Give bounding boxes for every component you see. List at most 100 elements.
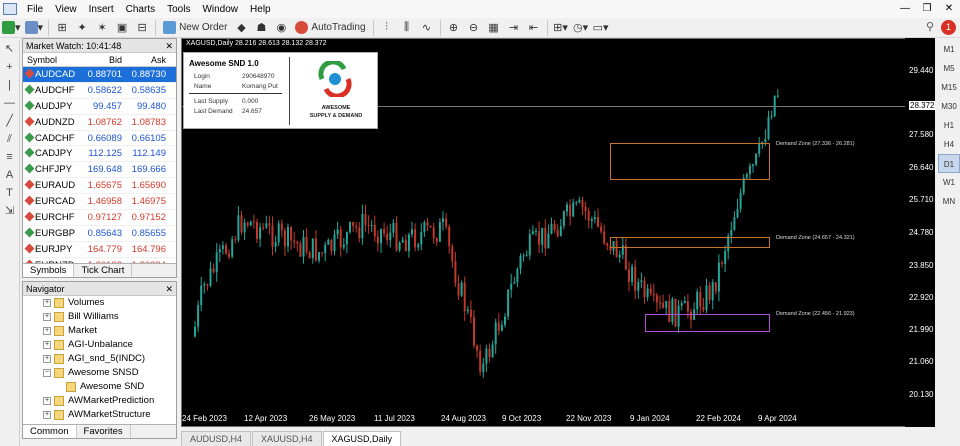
chart-tab-xagusd-daily[interactable]: XAGUSD,Daily xyxy=(322,431,402,446)
profiles-icon[interactable]: ▾ xyxy=(24,20,43,36)
supply-value: 0.000 xyxy=(242,98,259,105)
cursor-icon[interactable]: ↖ xyxy=(0,40,19,58)
signals-icon[interactable]: ☗ xyxy=(253,20,269,36)
chart-tab-audusd-h4[interactable]: AUDUSD,H4 xyxy=(181,431,252,446)
arrows-icon[interactable]: ⇲ xyxy=(0,202,19,220)
auto-scroll-icon[interactable]: ⇥ xyxy=(506,20,522,36)
expand-icon[interactable] xyxy=(55,383,63,391)
new-order-button[interactable]: New Order xyxy=(161,20,229,36)
timeframe-h1[interactable]: H1 xyxy=(938,116,960,135)
expand-icon[interactable]: + xyxy=(43,299,51,307)
restore-icon[interactable]: ❐ xyxy=(916,0,938,18)
navigator-item[interactable]: + Volumes xyxy=(43,296,176,310)
timeframe-m30[interactable]: M30 xyxy=(938,97,960,116)
candle-body xyxy=(764,138,767,143)
fibonacci-icon[interactable]: ≡ xyxy=(0,148,19,166)
zoom-in-icon[interactable]: ⊕ xyxy=(446,20,462,36)
candle-body xyxy=(386,233,389,241)
timeframe-m5[interactable]: M5 xyxy=(938,59,960,78)
tile-windows-icon[interactable]: ▦ xyxy=(486,20,502,36)
col-symbol[interactable]: Symbol xyxy=(23,53,81,66)
menu-help[interactable]: Help xyxy=(244,4,277,15)
navigator-item[interactable]: Awesome SND xyxy=(43,380,176,394)
table-row[interactable]: AUDNZD 1.08762 1.08783 xyxy=(23,115,176,131)
text-tool-icon[interactable]: A xyxy=(0,166,19,184)
close-icon[interactable]: ✕ xyxy=(938,0,960,18)
expand-icon[interactable]: + xyxy=(43,327,51,335)
table-row[interactable]: CADCHF 0.66089 0.66105 xyxy=(23,131,176,147)
minimize-icon[interactable]: — xyxy=(894,0,916,18)
expand-icon[interactable]: + xyxy=(43,313,51,321)
timeframe-w1[interactable]: W1 xyxy=(938,173,960,192)
navigator-item[interactable]: − Awesome SNSD xyxy=(43,366,176,380)
menu-insert[interactable]: Insert xyxy=(83,4,120,15)
line-chart-icon[interactable]: ∿ xyxy=(419,20,435,36)
globe-icon[interactable]: ◉ xyxy=(273,20,289,36)
new-chart-icon[interactable]: ▾ xyxy=(2,20,21,36)
notification-badge[interactable]: 1 xyxy=(941,20,956,35)
search-icon[interactable]: ⚲ xyxy=(926,20,934,33)
horizontal-line-icon[interactable]: — xyxy=(0,94,19,112)
chart-tab-xauusd-h4[interactable]: XAUUSD,H4 xyxy=(252,431,322,446)
periods-icon[interactable]: ◷▾ xyxy=(573,20,589,36)
autotrading-button[interactable]: AutoTrading xyxy=(293,20,367,36)
table-row[interactable]: CADJPY 112.125 112.149 xyxy=(23,146,176,163)
navigator-item[interactable]: + AGI_snd_5(INDC) xyxy=(43,352,176,366)
table-row[interactable]: EURCHF 0.97127 0.97152 xyxy=(23,210,176,226)
expand-icon[interactable]: − xyxy=(43,369,51,377)
col-ask[interactable]: Ask xyxy=(125,53,169,66)
label-tool-icon[interactable]: T xyxy=(0,184,19,202)
table-row[interactable]: EURGBP 0.85643 0.85655 xyxy=(23,226,176,242)
navigator-item[interactable]: + Market xyxy=(43,324,176,338)
menu-window[interactable]: Window xyxy=(196,4,244,15)
navigator-item[interactable]: + AWMarketStructure xyxy=(43,408,176,422)
timeframe-m15[interactable]: M15 xyxy=(938,78,960,97)
table-row[interactable]: EURCAD 1.46958 1.46975 xyxy=(23,194,176,211)
data-window-icon[interactable]: ✦ xyxy=(74,20,90,36)
menu-tools[interactable]: Tools xyxy=(161,4,196,15)
col-bid[interactable]: Bid xyxy=(81,53,125,66)
table-row[interactable]: AUDCHF 0.58622 0.58635 xyxy=(23,83,176,99)
timeframe-h4[interactable]: H4 xyxy=(938,135,960,154)
table-row[interactable]: AUDJPY 99.457 99.480 xyxy=(23,99,176,115)
menu-charts[interactable]: Charts xyxy=(120,4,161,15)
channel-icon[interactable]: ⫽ xyxy=(0,130,19,148)
tab-tick-chart[interactable]: Tick Chart xyxy=(74,264,133,277)
navigator-icon[interactable]: ✶ xyxy=(94,20,110,36)
close-icon[interactable]: ✕ xyxy=(165,282,173,296)
candlestick-icon[interactable]: ⫼ xyxy=(399,20,415,36)
trendline-icon[interactable]: ╱ xyxy=(0,112,19,130)
expand-icon[interactable]: + xyxy=(43,341,51,349)
menu-file[interactable]: File xyxy=(21,4,49,15)
tab-symbols[interactable]: Symbols xyxy=(23,264,75,277)
navigator-item[interactable]: + AGI-Unbalance xyxy=(43,338,176,352)
tester-icon[interactable]: ⊟ xyxy=(134,20,150,36)
expand-icon[interactable]: + xyxy=(43,411,51,419)
metaeditor-icon[interactable]: ◆ xyxy=(233,20,249,36)
expand-icon[interactable]: + xyxy=(43,355,51,363)
menu-view[interactable]: View xyxy=(49,4,83,15)
close-icon[interactable]: ✕ xyxy=(165,39,173,53)
chart-shift-icon[interactable]: ⇤ xyxy=(526,20,542,36)
navigator-item[interactable]: + AWMarketPrediction xyxy=(43,394,176,408)
zoom-out-icon[interactable]: ⊖ xyxy=(466,20,482,36)
market-watch-icon[interactable]: ⊞ xyxy=(54,20,70,36)
table-row[interactable]: AUDCAD 0.88701 0.88730 xyxy=(23,67,176,83)
app-logo-icon xyxy=(3,3,17,15)
indicators-icon[interactable]: ⊞▾ xyxy=(553,20,569,36)
templates-icon[interactable]: ▭▾ xyxy=(593,20,609,36)
table-row[interactable]: EURJPY 164.779 164.796 xyxy=(23,242,176,258)
vertical-line-icon[interactable]: | xyxy=(0,76,19,94)
expand-icon[interactable]: + xyxy=(43,397,51,405)
navigator-item[interactable]: + Bill Williams xyxy=(43,310,176,324)
crosshair-icon[interactable]: + xyxy=(0,58,19,76)
timeframe-m1[interactable]: M1 xyxy=(938,40,960,59)
terminal-icon[interactable]: ▣ xyxy=(114,20,130,36)
bar-chart-icon[interactable]: ⫶ xyxy=(379,20,395,36)
timeframe-d1[interactable]: D1 xyxy=(938,154,960,173)
tab-common[interactable]: Common xyxy=(23,425,77,438)
table-row[interactable]: EURAUD 1.65675 1.65690 xyxy=(23,178,176,195)
timeframe-mn[interactable]: MN xyxy=(938,192,960,211)
tab-favorites[interactable]: Favorites xyxy=(77,425,131,438)
table-row[interactable]: CHFJPY 169.648 169.666 xyxy=(23,162,176,179)
